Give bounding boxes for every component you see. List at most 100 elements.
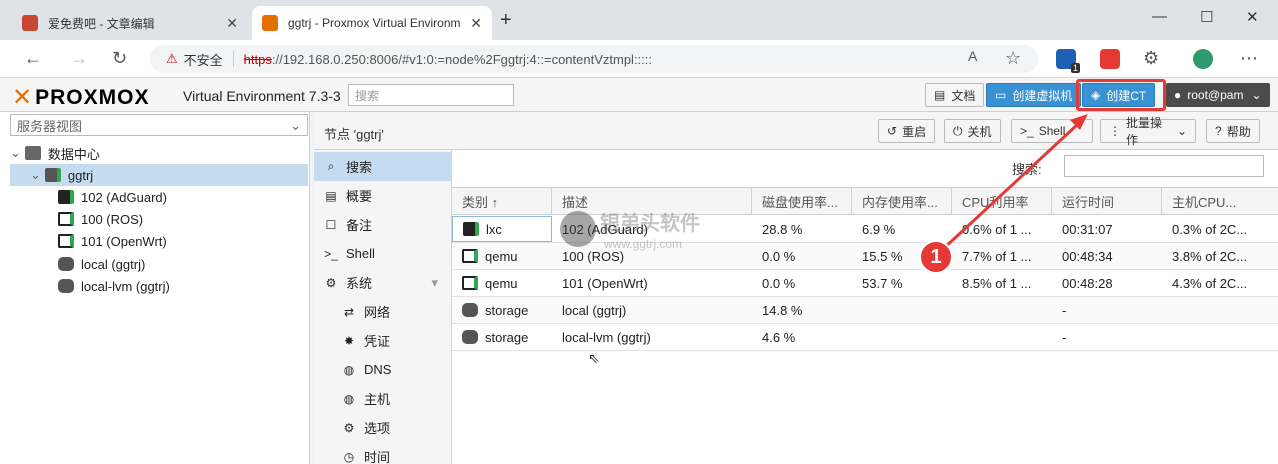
gear-icon: ⚙ bbox=[343, 420, 355, 435]
nav-label: Shell bbox=[346, 246, 375, 261]
more-menu-icon[interactable]: ⋯ bbox=[1240, 48, 1258, 69]
create-vm-button[interactable]: ▭ 创建虚拟机 bbox=[986, 83, 1082, 107]
vm-monitor-icon bbox=[58, 212, 74, 226]
extension-red-icon[interactable] bbox=[1100, 49, 1120, 69]
col-uptime[interactable]: 运行时间 bbox=[1052, 188, 1162, 215]
help-button[interactable]: ? 帮助 bbox=[1206, 119, 1260, 143]
nav-system[interactable]: ⚙ 系统 ▾ bbox=[314, 268, 452, 297]
shell-dropdown-button[interactable]: >_ Shell bbox=[1011, 119, 1093, 143]
col-type[interactable]: 类别 ↑ bbox=[452, 188, 552, 215]
create-vm-label: 创建虚拟机 bbox=[1012, 88, 1073, 103]
extensions-puzzle-icon[interactable]: ⚙ bbox=[1143, 48, 1159, 69]
table-row[interactable]: storage local (ggtrj) 14.8 % - bbox=[452, 297, 1278, 324]
nav-dns[interactable]: ◍ DNS bbox=[314, 355, 452, 384]
forward-arrow-icon[interactable]: → bbox=[70, 48, 88, 69]
exchange-icon: ⇄ bbox=[343, 304, 355, 319]
shutdown-button[interactable]: ⏻ 关机 bbox=[944, 119, 1001, 143]
power-icon: ⏻ bbox=[953, 123, 963, 138]
grid-search-input[interactable] bbox=[1064, 155, 1264, 177]
col-disk[interactable]: 磁盘使用率... bbox=[752, 188, 852, 215]
cell-cpu: 0.6% of 1 ... bbox=[962, 221, 1032, 237]
cell-memory: 6.9 % bbox=[862, 221, 896, 237]
docs-button[interactable]: ▤ 文档 bbox=[925, 83, 985, 107]
nav-network[interactable]: ⇄ 网络 bbox=[314, 297, 452, 326]
tab-close-icon[interactable]: ✕ bbox=[470, 15, 482, 32]
nav-search[interactable]: ⌕ 搜索 bbox=[314, 152, 452, 181]
tab-title: 爱免费吧 - 文章编辑 bbox=[48, 16, 155, 31]
tree-item-102[interactable]: 102 (AdGuard) bbox=[10, 186, 308, 208]
browser-tab-bar: 爱免费吧 - 文章编辑 ✕ ggtrj - Proxmox Virtual En… bbox=[0, 0, 1278, 40]
browser-toolbar: ← → ↻ ⚠ 不安全 https ://192.168.0.250:8006/… bbox=[0, 40, 1278, 78]
cell-uptime: - bbox=[1062, 329, 1067, 345]
tree-item-local[interactable]: local (ggtrj) bbox=[10, 253, 308, 275]
cell-disk: 28.8 % bbox=[762, 221, 803, 237]
cell-text: qemu bbox=[485, 248, 518, 264]
col-host-cpu[interactable]: 主机CPU... bbox=[1162, 188, 1278, 215]
read-aloud-icon[interactable]: A bbox=[968, 48, 977, 64]
step-badge: 1 bbox=[919, 240, 953, 274]
nav-options[interactable]: ⚙ 选项 bbox=[314, 413, 452, 442]
tree-datacenter[interactable]: ⌄ 数据中心 bbox=[10, 142, 308, 164]
table-row[interactable]: qemu 101 (OpenWrt) 0.0 % 53.7 % 8.5% of … bbox=[452, 270, 1278, 297]
resource-tree-panel: 服务器视图 ⌄ ⌄ 数据中心 ⌄ ggtrj 102 (AdGuard) 100… bbox=[0, 112, 310, 464]
nav-certificates[interactable]: ✸ 凭证 bbox=[314, 326, 452, 355]
cell-description: local-lvm (ggtrj) bbox=[562, 329, 651, 345]
maximize-button[interactable]: ☐ bbox=[1200, 8, 1213, 26]
datacenter-icon bbox=[24, 146, 41, 160]
tree-node-ggtrj[interactable]: ⌄ ggtrj bbox=[10, 164, 308, 186]
nav-hosts[interactable]: ◍ 主机 bbox=[314, 384, 452, 413]
tree-item-local-lvm[interactable]: local-lvm (ggtrj) bbox=[10, 275, 308, 297]
cell-text: storage bbox=[485, 302, 529, 318]
node-nav-menu: ⌕ 搜索 ▤ 概要 ☐ 备注 >_ Shell ⚙ 系统 ▾ ⇄ 网络 ✸ 凭证… bbox=[314, 150, 452, 464]
url-scheme: https bbox=[243, 51, 272, 67]
col-cpu[interactable]: CPU利用率 bbox=[952, 188, 1052, 215]
table-row[interactable]: storage local-lvm (ggtrj) 4.6 % - bbox=[452, 324, 1278, 351]
minimize-button[interactable]: — bbox=[1152, 8, 1167, 25]
global-search-input[interactable]: 搜索 bbox=[348, 84, 514, 106]
favorite-star-icon[interactable]: ☆ bbox=[1005, 48, 1021, 69]
user-menu-button[interactable]: ● root@pam ⌄ bbox=[1166, 83, 1270, 107]
col-memory[interactable]: 内存使用率... bbox=[852, 188, 952, 215]
reboot-button[interactable]: ↺ 重启 bbox=[878, 119, 936, 143]
cell-type: qemu bbox=[452, 243, 552, 269]
nav-label: 选项 bbox=[364, 421, 391, 436]
cell-type: qemu bbox=[452, 270, 552, 296]
profile-avatar-icon[interactable] bbox=[1193, 49, 1213, 69]
close-window-button[interactable]: ✕ bbox=[1246, 8, 1259, 26]
extension-icon[interactable]: 1 bbox=[1056, 49, 1080, 73]
bulk-actions-button[interactable]: ⋮ 批量操作 ⌄ bbox=[1100, 116, 1196, 147]
vm-monitor-icon bbox=[58, 234, 74, 248]
browser-tab-2[interactable]: ggtrj - Proxmox Virtual Environm ✕ bbox=[252, 6, 492, 40]
new-tab-button[interactable]: + bbox=[500, 9, 512, 32]
nav-summary[interactable]: ▤ 概要 bbox=[314, 181, 452, 210]
bulk-label: 批量操作 bbox=[1126, 116, 1163, 147]
cell-disk: 4.6 % bbox=[762, 329, 796, 345]
watermark-logo-icon bbox=[560, 211, 596, 247]
nav-label: 搜索 bbox=[346, 160, 373, 175]
user-icon: ● bbox=[1174, 88, 1182, 102]
browser-tab-1[interactable]: 爱免费吧 - 文章编辑 ✕ bbox=[12, 6, 248, 40]
table-row[interactable]: qemu 100 (ROS) 0.0 % 15.5 % 7.7% of 1 ..… bbox=[452, 243, 1278, 270]
view-selector[interactable]: 服务器视图 ⌄ bbox=[10, 114, 308, 136]
nav-shell[interactable]: >_ Shell bbox=[314, 239, 452, 268]
mouse-cursor-icon: ⇖ bbox=[588, 350, 600, 366]
address-bar[interactable]: ⚠ 不安全 https ://192.168.0.250:8006/#v1:0:… bbox=[150, 45, 1038, 73]
tree-item-101[interactable]: 101 (OpenWrt) bbox=[10, 230, 308, 252]
search-icon: ⌕ bbox=[327, 159, 335, 173]
tree-item-100[interactable]: 100 (ROS) bbox=[10, 208, 308, 230]
globe-icon: ◍ bbox=[343, 391, 355, 406]
nav-notes[interactable]: ☐ 备注 bbox=[314, 210, 452, 239]
create-ct-highlight bbox=[1076, 79, 1166, 111]
address-divider bbox=[232, 51, 234, 67]
view-selector-label: 服务器视图 bbox=[17, 118, 83, 134]
nav-time[interactable]: ◷ 时间 bbox=[314, 442, 452, 464]
chevron-down-icon: ⌄ bbox=[1176, 124, 1187, 138]
back-arrow-icon[interactable]: ← bbox=[24, 48, 42, 69]
reload-icon[interactable]: ↻ bbox=[112, 48, 127, 69]
nav-label: 网络 bbox=[364, 305, 391, 320]
note-icon: ☐ bbox=[325, 217, 337, 232]
storage-icon bbox=[462, 303, 478, 317]
book-icon: ▤ bbox=[325, 188, 337, 203]
tab-close-icon[interactable]: ✕ bbox=[226, 15, 238, 32]
terminal-icon: >_ bbox=[324, 246, 338, 261]
